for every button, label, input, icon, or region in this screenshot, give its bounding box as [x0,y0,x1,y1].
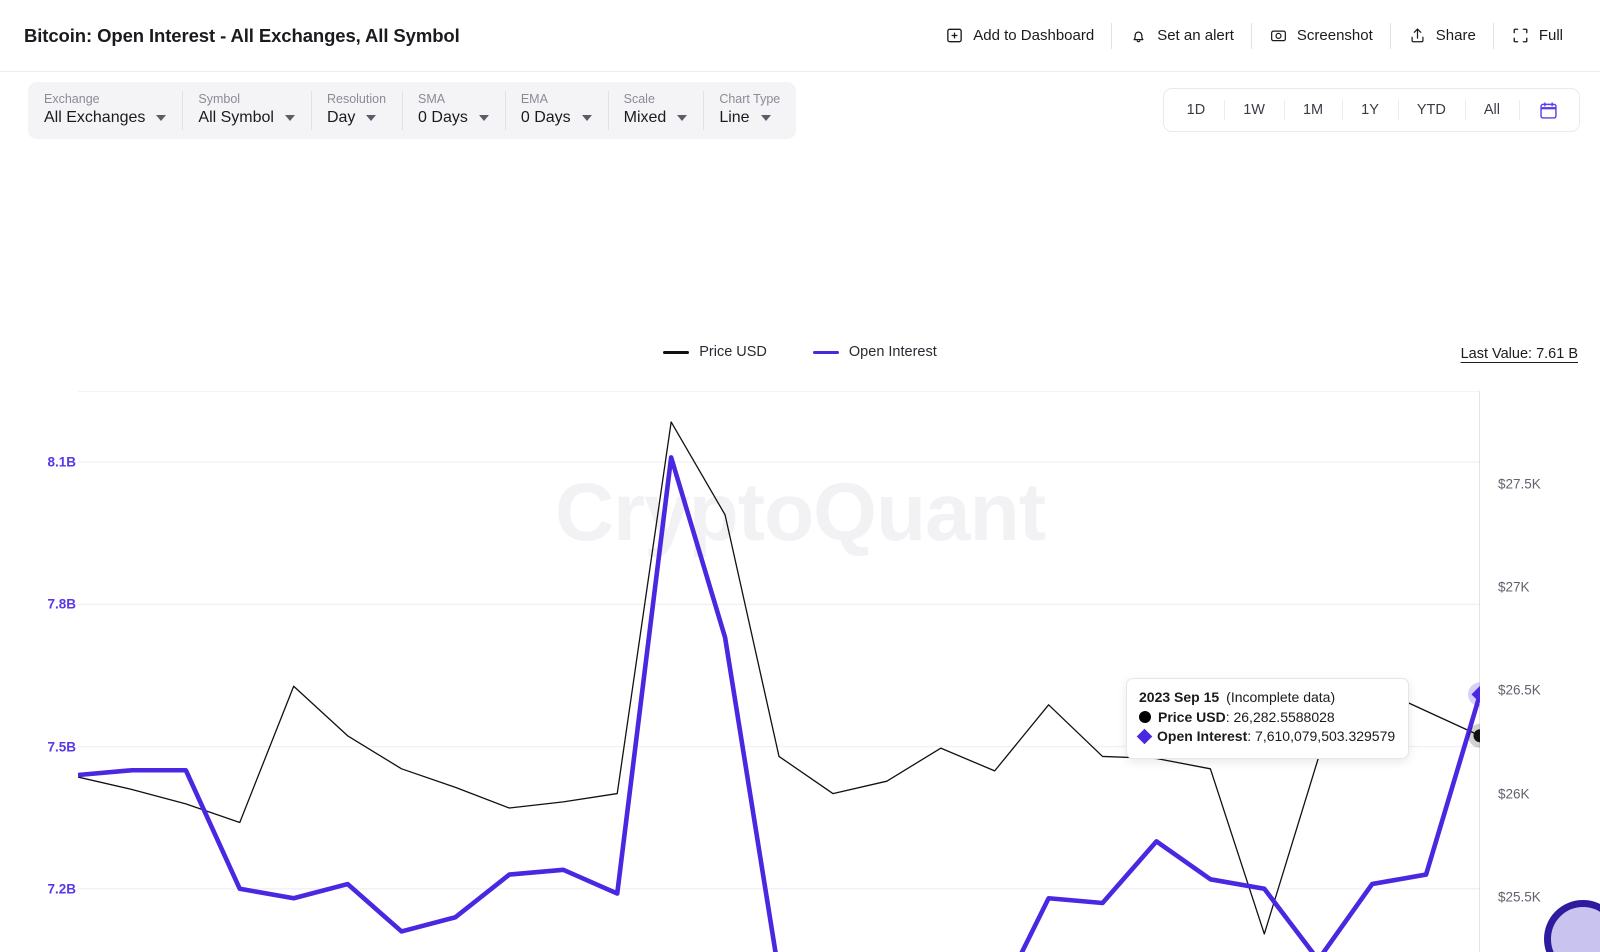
add-to-dashboard-label: Add to Dashboard [973,27,1095,44]
range-ytd[interactable]: YTD [1397,89,1465,131]
screenshot-label: Screenshot [1296,27,1373,44]
filter-scale-label: Scale [623,92,655,106]
filter-resolution[interactable]: Resolution Day [310,82,402,139]
filter-symbol-label: Symbol [198,92,241,106]
filter-ema-label: EMA [520,92,548,106]
set-alert-label: Set an alert [1157,27,1234,44]
app-header: Bitcoin: Open Interest - All Exchanges, … [0,0,1600,72]
filter-chart-type[interactable]: Chart Type Line [703,82,796,139]
legend-label-price: Price USD [699,344,767,360]
screenshot-button[interactable]: Screenshot [1252,21,1390,51]
filter-chart-type-label: Chart Type [719,92,781,106]
camera-icon [1269,26,1288,45]
corner-badge [1544,900,1600,952]
y-axis-left-tick: 7.8B [47,596,76,612]
open-interest-marker-icon [1136,728,1153,745]
filter-resolution-label: Resolution [326,92,387,106]
range-1w[interactable]: 1W [1224,89,1284,131]
fullscreen-button[interactable]: Full [1494,21,1580,51]
tooltip-oi-value: : 7,610,079,503.329579 [1247,728,1396,744]
range-1y[interactable]: 1Y [1342,89,1398,131]
chevron-down-icon [677,115,688,121]
legend-swatch-open-interest [812,350,839,354]
filter-ema-value: 0 Days [520,109,571,126]
range-1d[interactable]: 1D [1168,89,1225,131]
y-axis-left-tick: 7.5B [47,739,76,755]
share-label: Share [1435,27,1476,44]
share-icon [1408,26,1427,45]
filter-resolution-value: Day [326,109,356,126]
filter-chart-type-value: Line [719,109,750,126]
chevron-down-icon [156,115,167,121]
tooltip-oi-label: Open Interest [1157,728,1248,744]
filter-exchange-value: All Exchanges [44,109,146,126]
chart-container[interactable]: CryptoQuant Price USD Open Interest Last… [0,148,1600,952]
chart-legend: Price USD Open Interest [0,344,1600,360]
price-marker-icon [1139,711,1151,724]
filter-sma[interactable]: SMA 0 Days [402,82,505,139]
page-title: Bitcoin: Open Interest - All Exchanges, … [24,24,460,46]
legend-swatch-price [663,350,690,354]
last-value-label[interactable]: Last Value: 7.61 B [1461,346,1578,362]
share-button[interactable]: Share [1391,21,1493,51]
chevron-down-icon [760,115,771,121]
legend-item-open-interest[interactable]: Open Interest [812,344,937,360]
filter-symbol[interactable]: Symbol All Symbol [182,82,311,139]
filter-exchange[interactable]: Exchange All Exchanges [28,82,182,139]
set-alert-button[interactable]: Set an alert [1112,21,1251,51]
fullscreen-label: Full [1538,27,1563,44]
chart-plot-area[interactable] [78,391,1480,952]
filter-exchange-label: Exchange [44,92,100,106]
filter-ema[interactable]: EMA 0 Days [504,82,608,139]
tooltip-date-note: (Incomplete data) [1226,689,1336,705]
range-1m[interactable]: 1M [1283,89,1342,131]
tooltip-date-row: 2023 Sep 15 (Incomplete data) [1139,688,1395,708]
filter-symbol-value: All Symbol [198,109,274,126]
tooltip-date: 2023 Sep 15 [1139,689,1220,705]
chevron-down-icon [478,115,489,121]
legend-item-price[interactable]: Price USD [663,344,767,360]
add-to-dashboard-icon [945,26,964,45]
tooltip-price-label: Price USD [1158,708,1226,725]
y-axis-left-tick: 7.2B [47,881,76,897]
calendar-icon [1538,100,1559,121]
y-axis-right-tick: $26K [1498,786,1530,802]
y-axis-right-tick: $27.5K [1498,476,1541,492]
tooltip-price-value: : 26,282.5588028 [1225,708,1335,725]
bell-icon [1129,26,1148,45]
add-to-dashboard-button[interactable]: Add to Dashboard [928,21,1111,51]
filter-bar: Exchange All Exchanges Symbol All Symbol… [0,72,1600,148]
tooltip-price-row: Price USD: 26,282.5588028 [1139,708,1395,728]
filter-group: Exchange All Exchanges Symbol All Symbol… [28,81,797,139]
chart-tooltip: 2023 Sep 15 (Incomplete data) Price USD:… [1126,678,1410,759]
filter-scale-value: Mixed [623,109,667,126]
y-axis-left-tick: 8.1B [47,454,76,470]
chevron-down-icon [366,115,377,121]
date-picker-button[interactable] [1519,89,1575,131]
chevron-down-icon [581,115,592,121]
chevron-down-icon [284,115,295,121]
tooltip-oi-row: Open Interest: 7,610,079,503.329579 [1136,727,1396,747]
filter-sma-label: SMA [418,92,446,106]
header-actions: Add to Dashboard Set an alert Screenshot [928,21,1580,51]
legend-label-open-interest: Open Interest [848,344,937,360]
y-axis-right-tick: $26.5K [1498,682,1541,698]
time-range-selector: 1D 1W 1M 1Y YTD All [1162,88,1580,132]
range-all[interactable]: All [1464,89,1519,131]
y-axis-right-tick: $27K [1498,579,1530,595]
y-axis-right-tick: $25.5K [1498,889,1541,905]
filter-scale[interactable]: Scale Mixed [607,82,704,139]
fullscreen-icon [1511,26,1530,45]
filter-sma-value: 0 Days [418,109,468,126]
